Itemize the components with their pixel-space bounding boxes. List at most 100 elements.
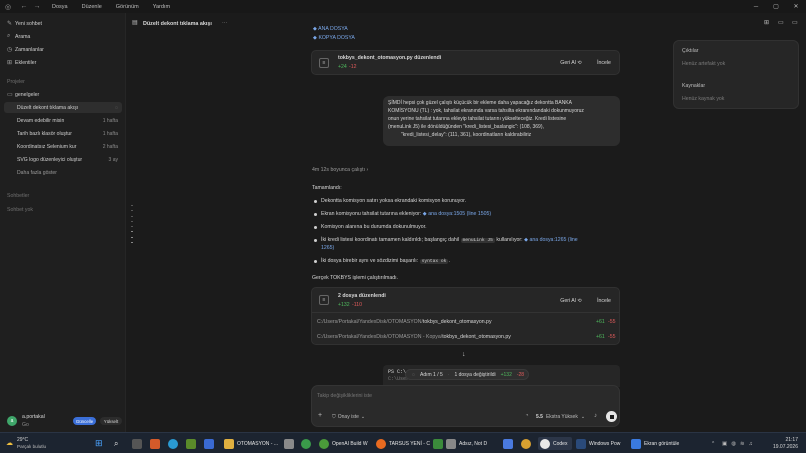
task-view-icon[interactable] [132,437,142,450]
close-button[interactable]: ✕ [786,0,806,13]
terminal-icon[interactable]: ▭ [792,19,798,26]
sidebar-item-new-chat[interactable]: ✎ Yeni sohbet [4,18,122,29]
pinned-app-icon[interactable] [503,437,513,450]
bullet-dot [314,260,317,263]
effort-label: Ekstra Yüksek [545,414,578,420]
chat-age: 1 hafta [102,117,118,124]
sidebar-item-label: Yeni sohbet [15,20,42,27]
tray-icons[interactable]: ▣ ◍ ≋ ♫ [722,437,753,450]
file-row[interactable]: C:/Users/Portakal/YandexDisk/OTOMASYON -… [317,334,511,340]
minimize-button[interactable]: ─ [746,0,766,13]
show-more-link[interactable]: Daha fazla göster [4,167,122,178]
taskbar-app[interactable]: OTOMASYON - ... [224,437,280,450]
pinned-app-icon[interactable] [168,437,178,450]
microphone-icon[interactable]: ♪ [594,413,597,419]
taskbar-app[interactable]: Windows Pow [576,437,628,450]
add-attachment-icon[interactable]: + [318,412,322,419]
scroll-down-icon[interactable]: ↓ [462,351,466,358]
taskbar-app[interactable]: OpenAI Build W [319,437,373,450]
app-glyph [150,438,160,449]
more-options-icon[interactable]: ··· [222,20,227,26]
chat-item[interactable]: Tarih bazlı klasör oluştur 1 hafta [4,128,122,139]
undo-icon: ⟲ [577,298,582,304]
pinned-app-icon[interactable] [204,437,214,450]
file-lines-removed: -55 [608,334,616,340]
progress-pill[interactable]: ◌ Adım 1 / 5 · 1 dosya değiştirildi +132… [405,369,529,380]
sidebar-item-scheduled[interactable]: ◷ Zamanlanlar [4,44,122,55]
sidebar-item-plugins[interactable]: ⊞ Eklentiler [4,57,122,68]
chat-item[interactable]: SVG logo düzenleyici oluştur 3 ay [4,154,122,165]
undo-button[interactable]: Geri Al ⟲ [556,296,586,306]
weather-widget[interactable]: ☁ 29°C Parçalı bulutlu [6,436,66,451]
undo-button[interactable]: Geri Al ⟲ [556,58,586,68]
pinned-app-icon[interactable] [186,437,196,450]
grid-icon: ⊞ [7,60,13,66]
pinned-app-icon[interactable] [301,437,311,450]
split-view-icon[interactable]: ▭ [778,19,784,26]
clock[interactable]: 21:17 19.07.2026 [758,436,798,451]
menu-dosya[interactable]: Dosya [52,4,68,10]
outputs-heading: Çıktılar [682,48,699,54]
no-chats-text: Sohbet yok [7,207,33,213]
file-link-kopya[interactable]: ◆ KOPYA DOSYA [313,35,355,41]
chat-item[interactable]: Devam edebilir misin 1 hafta [4,115,122,126]
model-selector[interactable]: 5.5 Ekstra Yüksek ⌄ [536,414,585,420]
code-ref-link-cont[interactable]: 1265) [321,245,334,251]
taskbar-search-icon[interactable]: ⌕ [114,437,118,450]
message-input[interactable] [317,391,612,401]
sidebar: ✎ Yeni sohbet ⌕ Arama ◷ Zamanlanlar ⊞ Ek… [0,13,126,432]
tray-chevron-icon[interactable]: ⌃ [711,437,715,450]
scroll-indicator[interactable] [131,205,134,243]
user-profile[interactable]: a a.portakal Go Güncelle Yükselt [0,411,126,432]
code-ref-link[interactable]: ◆ ana dosya:1505 (line 1505) [423,211,491,217]
message-line: (menuLink J5) ile dönüldüğünden "kredi_l… [388,124,544,130]
forward-icon[interactable]: → [32,2,42,12]
file-name: tokbys_dekont_otomasyon.py [422,319,492,325]
file-row[interactable]: C:/Users/Portakal/YandexDisk/OTOMASYON/t… [317,319,492,325]
inline-code: syntax ok [419,259,449,264]
window-controls: ─ ▢ ✕ [746,0,806,13]
project-genelgeler[interactable]: ▭ genelgeler [4,89,122,100]
menu-yardim[interactable]: Yardım [153,4,170,10]
message-line: "kredi_listesi_delay": (111, 361), koord… [401,132,532,138]
codex-icon [540,438,550,449]
project-label: genelgeler [15,91,40,98]
panel-toggle-icon[interactable]: ⊞ [764,19,769,26]
chevron-down-icon: ⌄ [580,414,586,420]
upgrade-button[interactable]: Güncelle [73,417,96,425]
folder-icon [224,438,234,449]
conversation-header: ▤ Düzelt dekont tıklama akışı ··· ⊞ ▭ ▭ [126,13,806,34]
sidebar-item-search[interactable]: ⌕ Arama [4,31,122,42]
maximize-button[interactable]: ▢ [766,0,786,13]
undo-icon: ⟲ [577,60,582,66]
app-glyph [204,438,214,449]
review-button[interactable]: İncele [591,58,617,68]
review-button[interactable]: İncele [591,296,617,306]
pinned-app-icon[interactable] [150,437,160,450]
taskbar-app-label: OTOMASYON - ... [237,440,279,447]
bullet-text: İki kredi listesi koordinatı tamamen kal… [321,237,578,243]
pinned-app-icon[interactable] [284,437,294,450]
app-logo-icon: ◎ [4,3,12,11]
file-link-ana[interactable]: ◆ ANA DOSYA [313,26,348,32]
back-icon[interactable]: ← [19,2,29,12]
chat-item-active[interactable]: Düzelt dekont tıklama akışı ◌ [4,102,122,113]
taskbar-app[interactable]: TARSUS YENİ - C [376,437,430,450]
file-edit-icon: ≡ [319,58,329,68]
start-button[interactable]: ⊞ [95,437,103,450]
clock-icon: ◷ [7,47,13,53]
permission-selector[interactable]: ⛉ Onay iste ⌄ [332,414,365,420]
menu-gorunum[interactable]: Görünüm [116,4,139,10]
update-button[interactable]: Yükselt [100,417,122,425]
pinned-app-icon[interactable] [521,437,531,450]
file-lines-added: +61 [596,334,605,340]
chat-item[interactable]: Koordinatsız Selenium kur 2 hafta [4,141,122,152]
stop-button[interactable] [606,411,617,422]
taskbar-app[interactable]: Adsız, Not D [433,437,495,450]
work-duration[interactable]: 4m 12s boyunca çalıştı › [312,167,368,173]
taskbar-app-codex[interactable]: Codex [538,437,572,450]
taskbar-app[interactable]: Ekran görüntüle [631,437,687,450]
menu-duzenle[interactable]: Düzenle [82,4,102,10]
task-view-glyph [132,438,142,449]
code-ref-link[interactable]: ◆ ana dosya:1265 (line [524,237,578,243]
